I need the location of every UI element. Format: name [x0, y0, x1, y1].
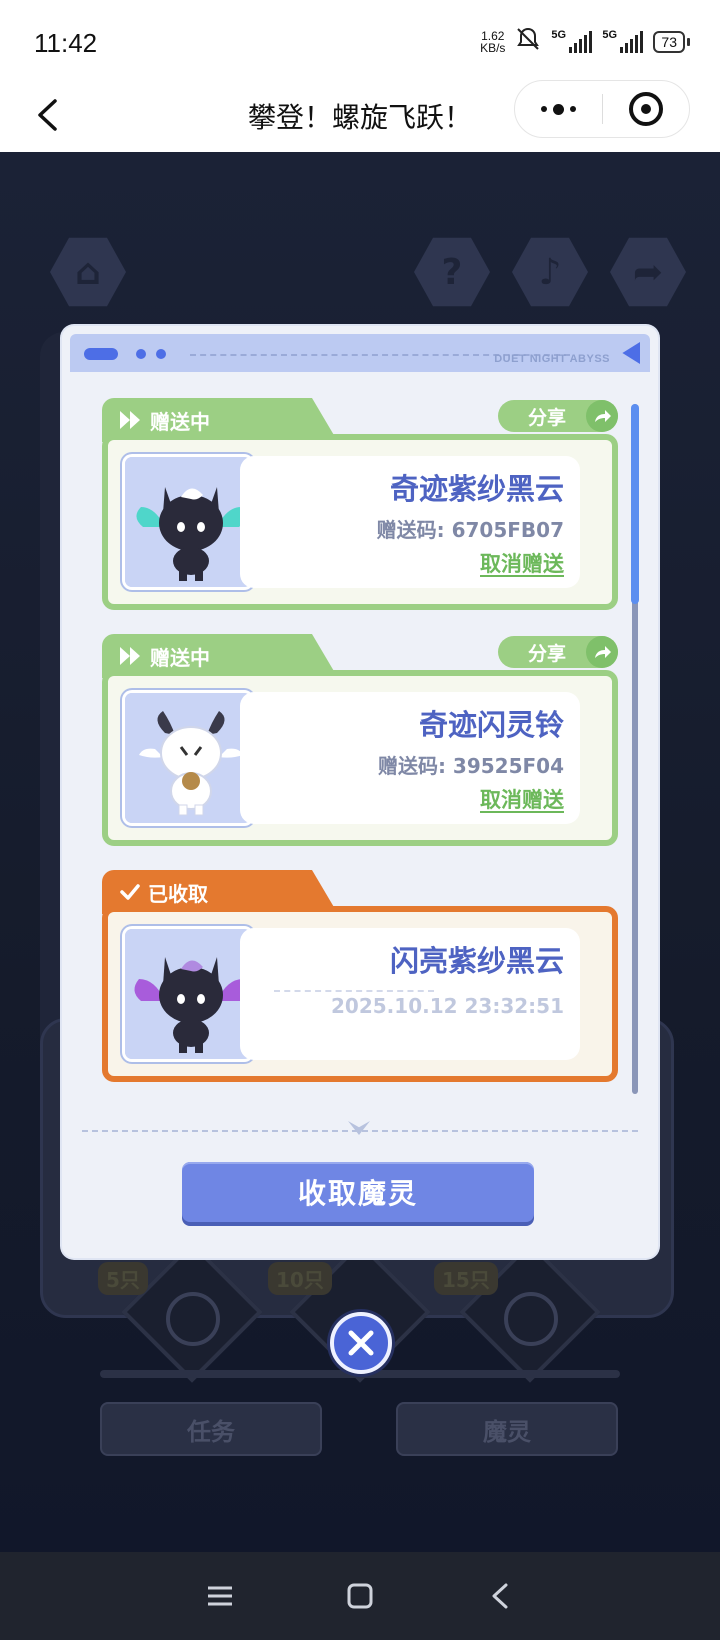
pet-white-bell-image — [125, 693, 251, 823]
brand-text: DUET NIGHT ABYSS — [494, 353, 610, 365]
gift-records-dialog: DUET NIGHT ABYSS 赠送中 分享 奇迹紫纱黑云 赠送码: 6705… — [62, 326, 658, 1258]
battery-icon: 73 — [653, 30, 690, 53]
gift-info: 闪亮紫纱黑云 2025.10.12 23:32:51 — [240, 928, 580, 1060]
status-bar: 11:42 1.62 KB/s 5G 5G 73 — [0, 0, 720, 78]
signal-2-icon: 5G — [602, 29, 644, 53]
card-frame: 闪亮紫纱黑云 2025.10.12 23:32:51 — [102, 906, 618, 1082]
cancel-gift-link[interactable]: 取消赠送 — [480, 548, 564, 578]
chevron-left-icon — [492, 1583, 508, 1609]
count-badge: 5只 — [98, 1262, 148, 1295]
cancel-gift-link[interactable]: 取消赠送 — [480, 784, 564, 814]
pet-shiny-black-cloud-image — [125, 929, 251, 1059]
more-dots-icon — [540, 103, 576, 115]
flag-icon — [622, 342, 640, 364]
gift-list: 赠送中 分享 奇迹紫纱黑云 赠送码: 6705FB07 取消赠送 赠送中 分享 … — [102, 398, 622, 1098]
help-icon: ? — [414, 237, 490, 307]
chevron-down-icon — [348, 1121, 370, 1135]
gift-code: 赠送码: 39525F04 — [377, 754, 564, 778]
count-badge: 10只 — [268, 1262, 332, 1295]
pet-name: 奇迹闪灵铃 — [418, 708, 564, 742]
close-icon — [348, 1330, 374, 1356]
system-nav-bar — [0, 1552, 720, 1640]
gift-card: 赠送中 分享 — [102, 398, 618, 610]
status-time: 11:42 — [34, 28, 98, 58]
share-button[interactable]: 分享 — [498, 400, 618, 432]
music-icon: ♪ — [512, 237, 588, 307]
square-home-icon — [347, 1583, 373, 1609]
home-button[interactable] — [335, 1571, 385, 1621]
share-arrow-icon: ➦ — [610, 237, 686, 307]
system-back-button[interactable] — [475, 1571, 525, 1621]
card-frame: 奇迹紫纱黑云 赠送码: 6705FB07 取消赠送 — [102, 434, 618, 610]
status-indicators: 1.62 KB/s 5G 5G 73 — [480, 26, 690, 57]
check-circle-icon — [166, 1292, 220, 1346]
gift-card: 已收取 闪亮紫纱黑云 2025.10.12 23:32:51 — [102, 870, 618, 1082]
share-button[interactable]: 分享 — [498, 636, 618, 668]
share-arrow-icon — [586, 400, 618, 432]
close-miniprogram-button[interactable] — [603, 81, 690, 137]
dialog-header: DUET NIGHT ABYSS — [70, 334, 650, 372]
gift-info: 奇迹闪灵铃 赠送码: 39525F04 取消赠送 — [240, 692, 580, 824]
recent-apps-button[interactable] — [195, 1571, 245, 1621]
gift-info: 奇迹紫纱黑云 赠送码: 6705FB07 取消赠送 — [240, 456, 580, 588]
pet-portrait — [122, 454, 254, 590]
collect-spirit-button[interactable]: 收取魔灵 — [182, 1162, 534, 1222]
received-date: 2025.10.12 23:32:51 — [331, 994, 564, 1018]
more-button[interactable] — [515, 81, 602, 137]
pet-name: 闪亮紫纱黑云 — [389, 944, 564, 978]
signal-1-icon: 5G — [551, 29, 593, 53]
target-circle-icon — [628, 92, 663, 126]
pet-name: 奇迹紫纱黑云 — [389, 472, 564, 506]
fast-forward-icon — [120, 411, 140, 429]
capsule-menu — [514, 80, 690, 138]
check-circle-icon — [504, 1292, 558, 1346]
task-tab: 任务 — [100, 1402, 322, 1456]
pet-portrait — [122, 690, 254, 826]
fast-forward-icon — [120, 647, 140, 665]
pet-portrait — [122, 926, 254, 1062]
network-speed: 1.62 KB/s — [480, 28, 506, 55]
gift-code: 赠送码: 6705FB07 — [376, 518, 564, 542]
card-frame: 奇迹闪灵铃 赠送码: 39525F04 取消赠送 — [102, 670, 618, 846]
gift-card: 赠送中 分享 — [102, 634, 618, 846]
close-dialog-button[interactable] — [330, 1312, 392, 1374]
pet-black-cloud-image — [125, 457, 251, 587]
scrollbar-thumb[interactable] — [631, 404, 639, 604]
menu-icon — [208, 1586, 232, 1606]
home-icon: ⌂ — [50, 237, 126, 307]
count-badge: 15只 — [434, 1262, 498, 1295]
checkmark-icon — [120, 884, 140, 900]
spirit-tab: 魔灵 — [396, 1402, 618, 1456]
mini-program-title-bar: 攀登！螺旋飞跃！ — [0, 78, 720, 152]
share-arrow-icon — [586, 636, 618, 668]
mute-bell-icon — [515, 26, 541, 57]
